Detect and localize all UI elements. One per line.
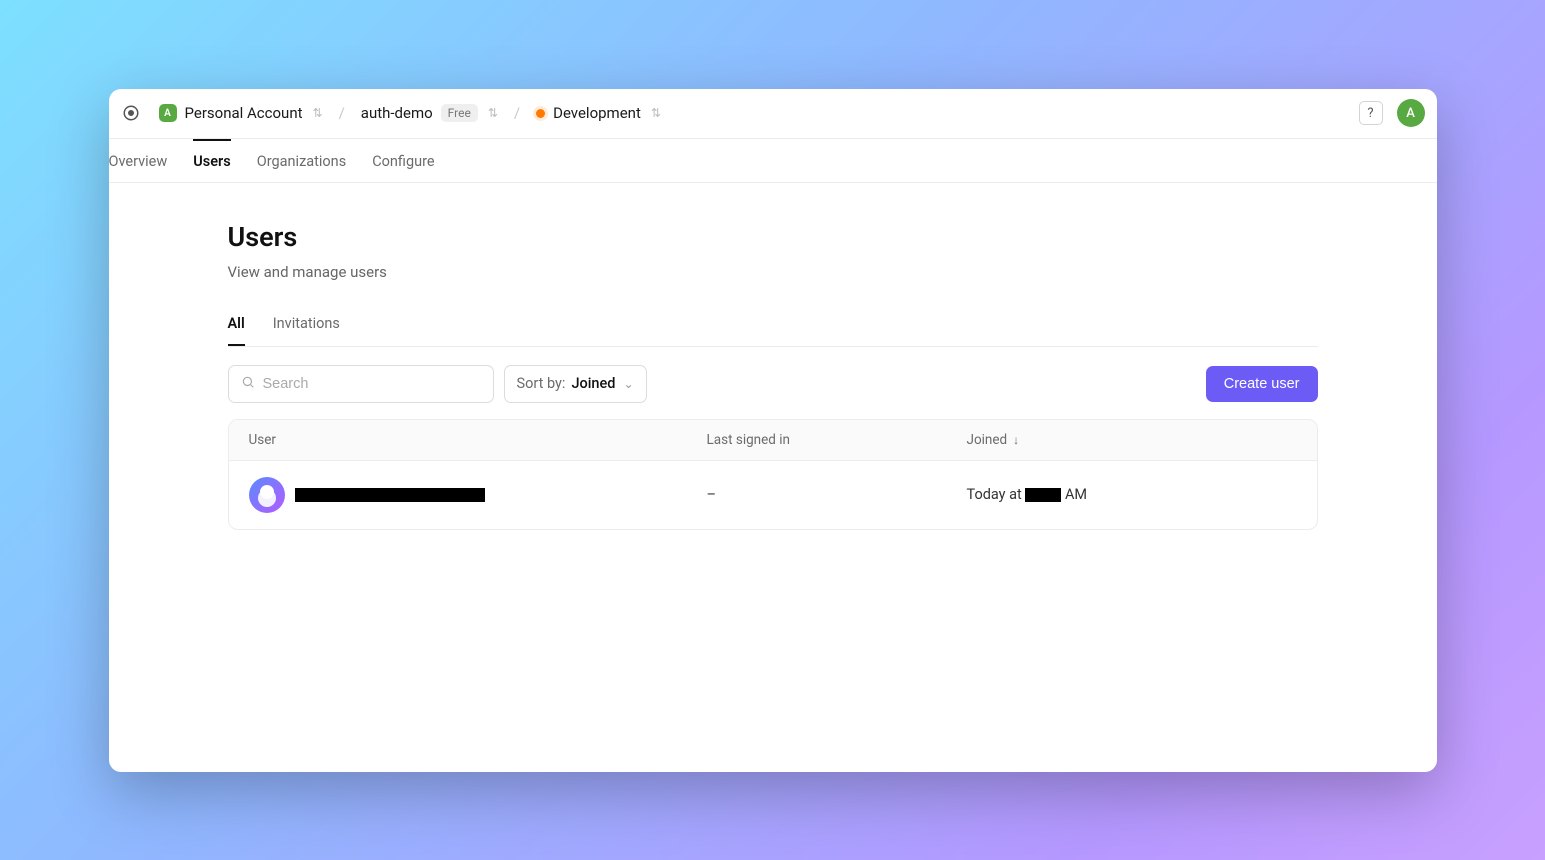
sort-arrow-down-icon: ↓ <box>1013 433 1019 447</box>
user-cell <box>249 477 707 513</box>
users-table: User Last signed in Joined ↓ – <box>228 419 1318 530</box>
search-input[interactable] <box>263 376 481 392</box>
user-name-redacted <box>295 488 485 502</box>
sort-value: Joined <box>571 375 615 392</box>
breadcrumb-separator: / <box>514 104 520 122</box>
user-avatar-menu[interactable]: A <box>1397 99 1425 127</box>
search-input-wrapper[interactable] <box>228 365 494 403</box>
column-header-joined-label: Joined <box>967 432 1008 448</box>
page-title: Users <box>228 221 1318 253</box>
joined-suffix: AM <box>1061 486 1087 503</box>
account-badge-icon: A <box>159 104 177 122</box>
breadcrumb: A Personal Account ⇅ / auth-demo Free ⇅ … <box>153 100 667 126</box>
table-header: User Last signed in Joined ↓ <box>229 420 1317 461</box>
main-nav: Overview Users Organizations Configure <box>109 139 1437 183</box>
column-header-last-signed-in: Last signed in <box>707 432 967 448</box>
breadcrumb-separator: / <box>339 104 345 122</box>
column-header-joined[interactable]: Joined ↓ <box>967 432 1297 448</box>
help-icon: ? <box>1367 106 1373 121</box>
page-subtitle: View and manage users <box>228 263 1318 281</box>
breadcrumb-project[interactable]: auth-demo Free ⇅ <box>355 100 504 126</box>
user-avatar-icon <box>249 477 285 513</box>
tab-configure[interactable]: Configure <box>372 139 434 182</box>
joined-prefix: Today at <box>967 486 1026 503</box>
tab-overview[interactable]: Overview <box>109 139 168 182</box>
plan-badge: Free <box>441 104 478 122</box>
breadcrumb-project-label: auth-demo <box>361 104 433 122</box>
breadcrumb-environment[interactable]: Development ⇅ <box>530 100 667 126</box>
app-logo-icon <box>121 103 141 123</box>
avatar-initial: A <box>1406 106 1415 121</box>
chevron-updown-icon: ⇅ <box>488 106 498 120</box>
users-toolbar: Sort by: Joined ⌄ Create user <box>228 365 1318 403</box>
sort-label: Sort by: <box>517 375 566 392</box>
breadcrumb-account-label: Personal Account <box>185 104 303 122</box>
breadcrumb-account[interactable]: A Personal Account ⇅ <box>153 100 329 126</box>
help-button[interactable]: ? <box>1359 101 1383 125</box>
search-icon <box>241 374 255 393</box>
last-signed-in-cell: – <box>707 486 967 503</box>
app-window: A Personal Account ⇅ / auth-demo Free ⇅ … <box>109 89 1437 772</box>
chevron-updown-icon: ⇅ <box>313 106 323 120</box>
subtab-all[interactable]: All <box>228 315 245 346</box>
sort-dropdown[interactable]: Sort by: Joined ⌄ <box>504 365 647 403</box>
breadcrumb-environment-label: Development <box>553 104 641 122</box>
chevron-down-icon: ⌄ <box>623 377 633 391</box>
users-subtabs: All Invitations <box>228 315 1318 347</box>
chevron-updown-icon: ⇅ <box>651 106 661 120</box>
environment-status-icon <box>536 109 545 118</box>
tab-users[interactable]: Users <box>193 139 230 182</box>
content-area: Users View and manage users All Invitati… <box>109 183 1437 772</box>
table-row[interactable]: – Today at AM <box>229 461 1317 529</box>
tab-organizations[interactable]: Organizations <box>257 139 346 182</box>
joined-cell: Today at AM <box>967 486 1297 503</box>
joined-time-redacted <box>1025 488 1061 502</box>
subtab-invitations[interactable]: Invitations <box>273 315 340 346</box>
topbar: A Personal Account ⇅ / auth-demo Free ⇅ … <box>109 89 1437 139</box>
column-header-user: User <box>249 432 707 448</box>
create-user-button[interactable]: Create user <box>1206 366 1318 402</box>
